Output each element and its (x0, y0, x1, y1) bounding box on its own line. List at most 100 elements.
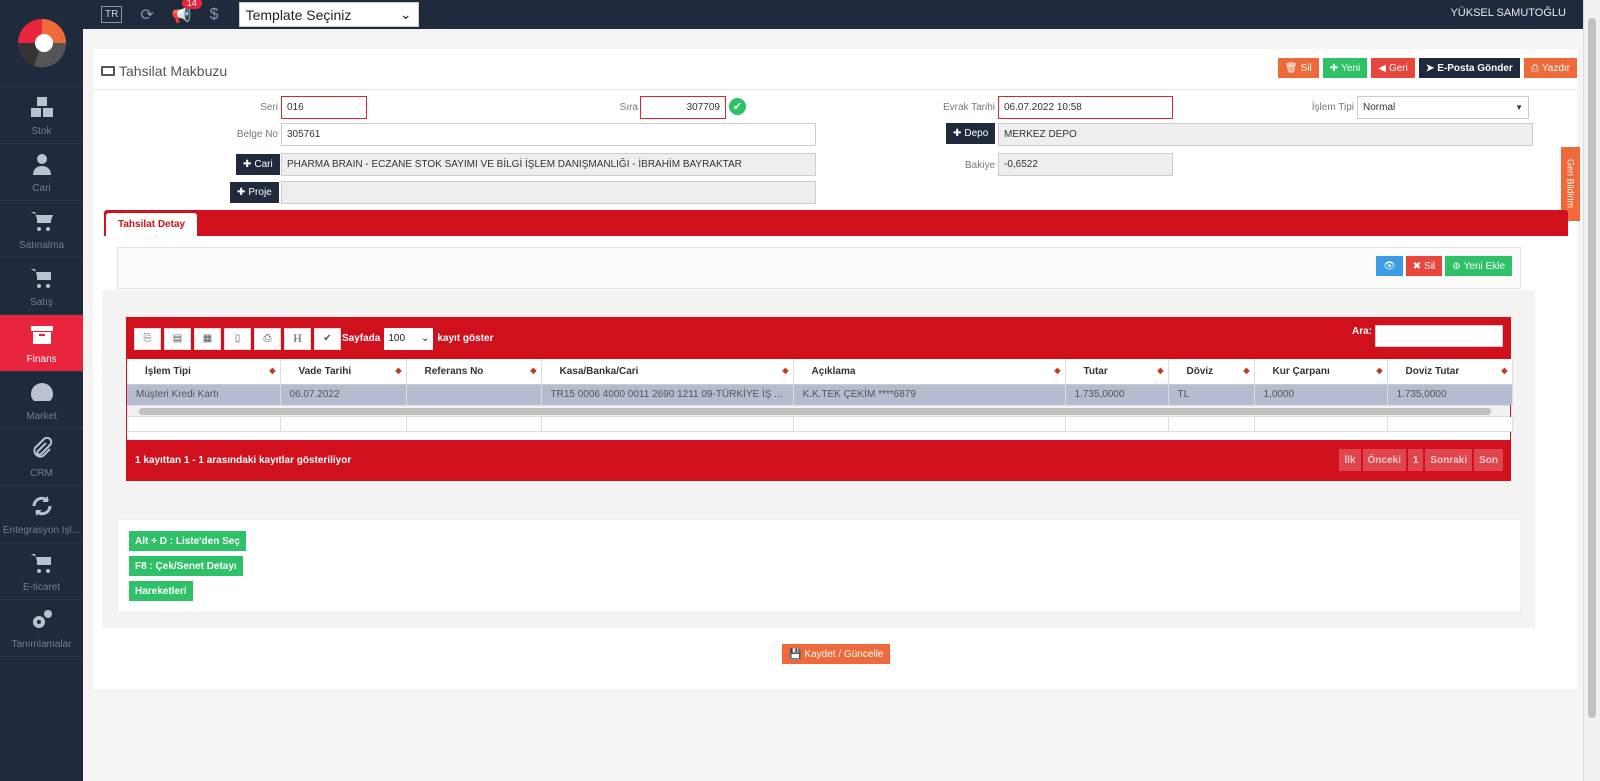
megaphone-icon[interactable]: 📢 14 (172, 0, 202, 25)
column-header-label: Döviz (1186, 365, 1214, 377)
pager-next[interactable]: Sonraki (1425, 449, 1473, 471)
pager-page[interactable]: 1 (1407, 449, 1424, 471)
column-header-label: Tutar (1083, 365, 1108, 377)
sidebar-item-satinalma[interactable]: Satınalma (0, 201, 83, 258)
horizontal-scrollbar[interactable] (127, 405, 1510, 417)
detail-delete-button[interactable]: ✖ Sil (1405, 256, 1443, 276)
sidebar-item-market[interactable]: Market (0, 372, 83, 429)
bakiye-label: Bakiye (964, 160, 995, 171)
depo-button-label: Depo (964, 128, 989, 139)
gears-icon (29, 607, 55, 633)
sidebar-item-finans[interactable]: Finans (0, 315, 83, 372)
table-cell: 1,0000 (1254, 384, 1388, 405)
pdf-icon[interactable]: ▯ (224, 327, 251, 350)
evrak-tarihi-input[interactable]: 06.07.2022 10:58 (998, 96, 1173, 119)
sort-icon: ◆ (782, 366, 789, 375)
print-button-label: Yazdır (1541, 62, 1570, 74)
sira-input[interactable]: 307709 (640, 96, 726, 119)
grid-header-row: İşlem Tipi ◆ Vade Tarihi ◆ Referans No ◆ Ka… (127, 359, 1513, 385)
main-panel: Tahsilat Makbuzu 🗑 Sil ✚ Yeni ◀ Geri ➤ E-Pos… (93, 49, 1580, 689)
chevron-down-icon: ⌄ (399, 6, 412, 22)
money-icon (101, 66, 115, 76)
column-header[interactable]: Açıklama ◆ (793, 359, 1066, 385)
check-icon: ✔ (729, 98, 746, 115)
save-button-label: Kaydet / Güncelle (804, 648, 884, 660)
csv-icon[interactable]: ▤ (164, 327, 191, 350)
column-header[interactable]: Tutar ◆ (1065, 359, 1169, 385)
sidebar-item-label: CRM (30, 467, 53, 479)
column-visibility-button[interactable]: H (284, 327, 311, 350)
username[interactable]: YÜKSEL SAMUTOĞLU (1450, 7, 1566, 19)
scrollbar-thumb[interactable] (139, 408, 1491, 415)
sidebar-item-eticaret[interactable]: E-ticaret (0, 543, 83, 600)
proje-input[interactable] (281, 181, 816, 204)
cari-button[interactable]: ✚ Cari (236, 154, 280, 175)
template-select[interactable]: Template Seçiniz ⌄ (238, 2, 419, 27)
table-cell: TR15 0006 4000 0011 2690 1211 09-TÜRKİYE… (541, 384, 794, 405)
column-header[interactable]: Döviz ◆ (1168, 359, 1255, 385)
column-header[interactable]: Kur Çarpanı ◆ (1254, 359, 1388, 385)
delete-button[interactable]: 🗑 Sil (1277, 58, 1319, 78)
sidebar-item-stok[interactable]: Stok (0, 87, 83, 144)
sidebar-item-crm[interactable]: CRM (0, 429, 83, 486)
belge-no-input[interactable]: 305761 (281, 123, 816, 146)
scrollbar-thumb[interactable] (1588, 18, 1596, 718)
cari-input[interactable]: PHARMA BRAIN - ECZANE STOK SAYIMI VE BİL… (281, 153, 816, 176)
per-page-select[interactable]: 100 ⌄ (384, 327, 434, 350)
hareketler-button[interactable]: Hareketleri (129, 581, 193, 601)
column-header[interactable]: Vade Tarihi ◆ (280, 359, 407, 385)
view-button[interactable]: 👁 (1376, 256, 1403, 276)
language-switch[interactable]: TR (101, 6, 123, 23)
print-icon[interactable]: ⎙ (254, 327, 281, 350)
column-header[interactable]: Referans No ◆ (406, 359, 542, 385)
email-button[interactable]: ➤ E-Posta Gönder (1418, 58, 1520, 78)
proje-button-label: Proje (248, 187, 272, 198)
pager: İlk Önceki 1 Sonraki Son (1339, 449, 1503, 471)
save-button[interactable]: 💾 Kaydet / Güncelle (782, 644, 891, 664)
depo-button[interactable]: ✚ Depo (946, 123, 996, 144)
pager-last[interactable]: Son (1474, 449, 1503, 471)
seri-input[interactable]: 016 (281, 96, 367, 119)
tab-tahsilat-detay[interactable]: Tahsilat Detay (106, 213, 198, 236)
dollar-icon[interactable]: $ (210, 6, 219, 24)
sidebar-item-cari[interactable]: Cari (0, 144, 83, 201)
app-logo[interactable] (0, 0, 83, 87)
detail-actions: 👁 ✖ Sil ⊕ Yeni Ekle (1376, 256, 1512, 276)
proje-button[interactable]: ✚ Proje (230, 182, 279, 203)
add-new-button[interactable]: ⊕ Yeni Ekle (1445, 256, 1512, 276)
column-header[interactable]: Kasa/Banka/Cari ◆ (541, 359, 794, 385)
column-header-label: Kur Çarpanı (1272, 365, 1330, 377)
back-button[interactable]: ◀ Geri (1371, 58, 1415, 78)
table-row[interactable]: Müşteri Kredi Kartı 06.07.2022 TR15 0006… (127, 384, 1513, 405)
column-header[interactable]: İşlem Tipi ◆ (127, 359, 281, 385)
excel-icon[interactable]: ▦ (194, 327, 221, 350)
per-page-label: Sayfada (342, 333, 381, 344)
vertical-scrollbar[interactable] (1583, 0, 1600, 781)
column-header[interactable]: Doviz Tutar ◆ (1387, 359, 1513, 385)
page-title-text: Tahsilat Makbuzu (119, 63, 228, 79)
pager-prev[interactable]: Önceki (1362, 449, 1406, 471)
copy-icon[interactable]: ⎘ (134, 327, 161, 350)
sidebar-item-label: Cari (32, 182, 51, 194)
grid-toolbar: ⎘ ▤ ▦ ▯ ⎙ H ✔ Sayfada 100 ⌄ kayıt göster… (127, 318, 1510, 359)
sidebar-item-tanimlamalar[interactable]: Tanımlamalar (0, 600, 83, 657)
print-button[interactable]: ⎙ Yazdır (1523, 58, 1577, 78)
back-button-label: Geri (1388, 62, 1408, 74)
depo-input[interactable]: MERKEZ DEPO (998, 123, 1533, 146)
template-select-value: Template Seçiniz (245, 6, 352, 23)
islem-tipi-select[interactable]: Normal ▼ (1357, 96, 1529, 119)
search-input[interactable] (1375, 325, 1503, 347)
list-select-button[interactable]: Alt + D : Liste'den Seç (129, 531, 246, 551)
cek-senet-button[interactable]: F8 : Çek/Senet Detayı (129, 556, 243, 576)
refresh-icon[interactable]: ⟳ (140, 5, 153, 25)
bakiye-input: -0,6522 (998, 153, 1173, 176)
sidebar-item-satis[interactable]: Satış (0, 258, 83, 315)
eye-icon: 👁 (1383, 260, 1396, 272)
sidebar-item-label: Entegrasyon İşl... (2, 524, 81, 536)
close-icon: ✖ (1412, 260, 1422, 272)
check-icon[interactable]: ✔ (314, 327, 341, 350)
pager-first[interactable]: İlk (1339, 449, 1361, 471)
sidebar-item-entegrasyon[interactable]: Entegrasyon İşl... (0, 486, 83, 543)
sort-icon: ◆ (1501, 366, 1508, 375)
new-button[interactable]: ✚ Yeni (1322, 58, 1368, 78)
